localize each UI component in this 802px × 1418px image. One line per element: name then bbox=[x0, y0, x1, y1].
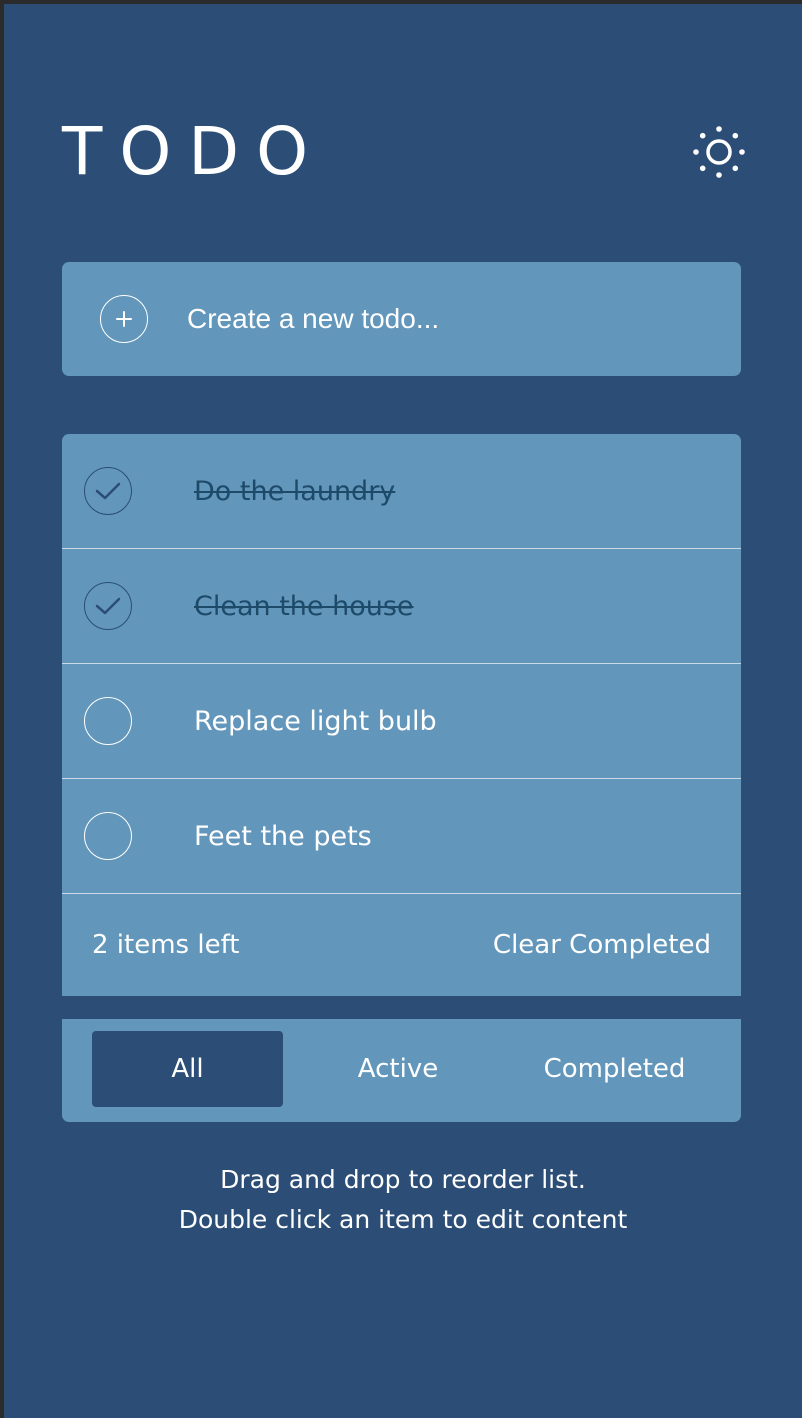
check-icon bbox=[95, 482, 121, 500]
header: TODO bbox=[62, 112, 745, 192]
filter-bar: All Active Completed bbox=[62, 1019, 741, 1119]
todo-list: Do the laundry Clean the house Replace l… bbox=[62, 434, 741, 1122]
todo-item[interactable]: Replace light bulb bbox=[62, 664, 741, 779]
todo-checkbox[interactable] bbox=[84, 582, 132, 630]
help-text-line: Double click an item to edit content bbox=[178, 1205, 628, 1234]
app-title: TODO bbox=[62, 113, 326, 190]
create-todo-bar bbox=[62, 262, 741, 376]
sun-icon bbox=[693, 126, 745, 178]
filter-all-button[interactable]: All bbox=[92, 1031, 283, 1107]
todo-label: Feet the pets bbox=[194, 820, 372, 852]
todo-checkbox[interactable] bbox=[84, 697, 132, 745]
filter-active-button[interactable]: Active bbox=[318, 1031, 478, 1107]
new-todo-input[interactable] bbox=[187, 303, 687, 335]
items-left-count: 2 items left bbox=[92, 930, 240, 960]
todo-item[interactable]: Do the laundry bbox=[62, 434, 741, 549]
todo-checkbox[interactable] bbox=[84, 812, 132, 860]
divider bbox=[62, 996, 741, 1019]
todo-label: Do the laundry bbox=[194, 475, 396, 507]
todo-app: TODO Create a new todo... Do the laundry… bbox=[4, 4, 802, 1418]
theme-toggle-button[interactable] bbox=[689, 122, 749, 182]
todo-item[interactable]: Feet the pets bbox=[62, 779, 741, 894]
add-todo-button[interactable] bbox=[100, 295, 148, 343]
filter-completed-button[interactable]: Completed bbox=[522, 1031, 707, 1107]
help-text: Drag and drop to reorder list. Double cl… bbox=[4, 1160, 802, 1240]
todo-checkbox[interactable] bbox=[84, 467, 132, 515]
clear-completed-button[interactable]: Clear Completed bbox=[493, 930, 711, 960]
list-footer: 2 items left Clear Completed bbox=[62, 894, 741, 996]
help-text-line: Drag and drop to reorder list. bbox=[220, 1165, 586, 1194]
todo-label: Replace light bulb bbox=[194, 705, 437, 737]
plus-icon bbox=[116, 311, 132, 327]
todo-item[interactable]: Clean the house bbox=[62, 549, 741, 664]
todo-label: Clean the house bbox=[194, 590, 414, 622]
check-icon bbox=[95, 597, 121, 615]
